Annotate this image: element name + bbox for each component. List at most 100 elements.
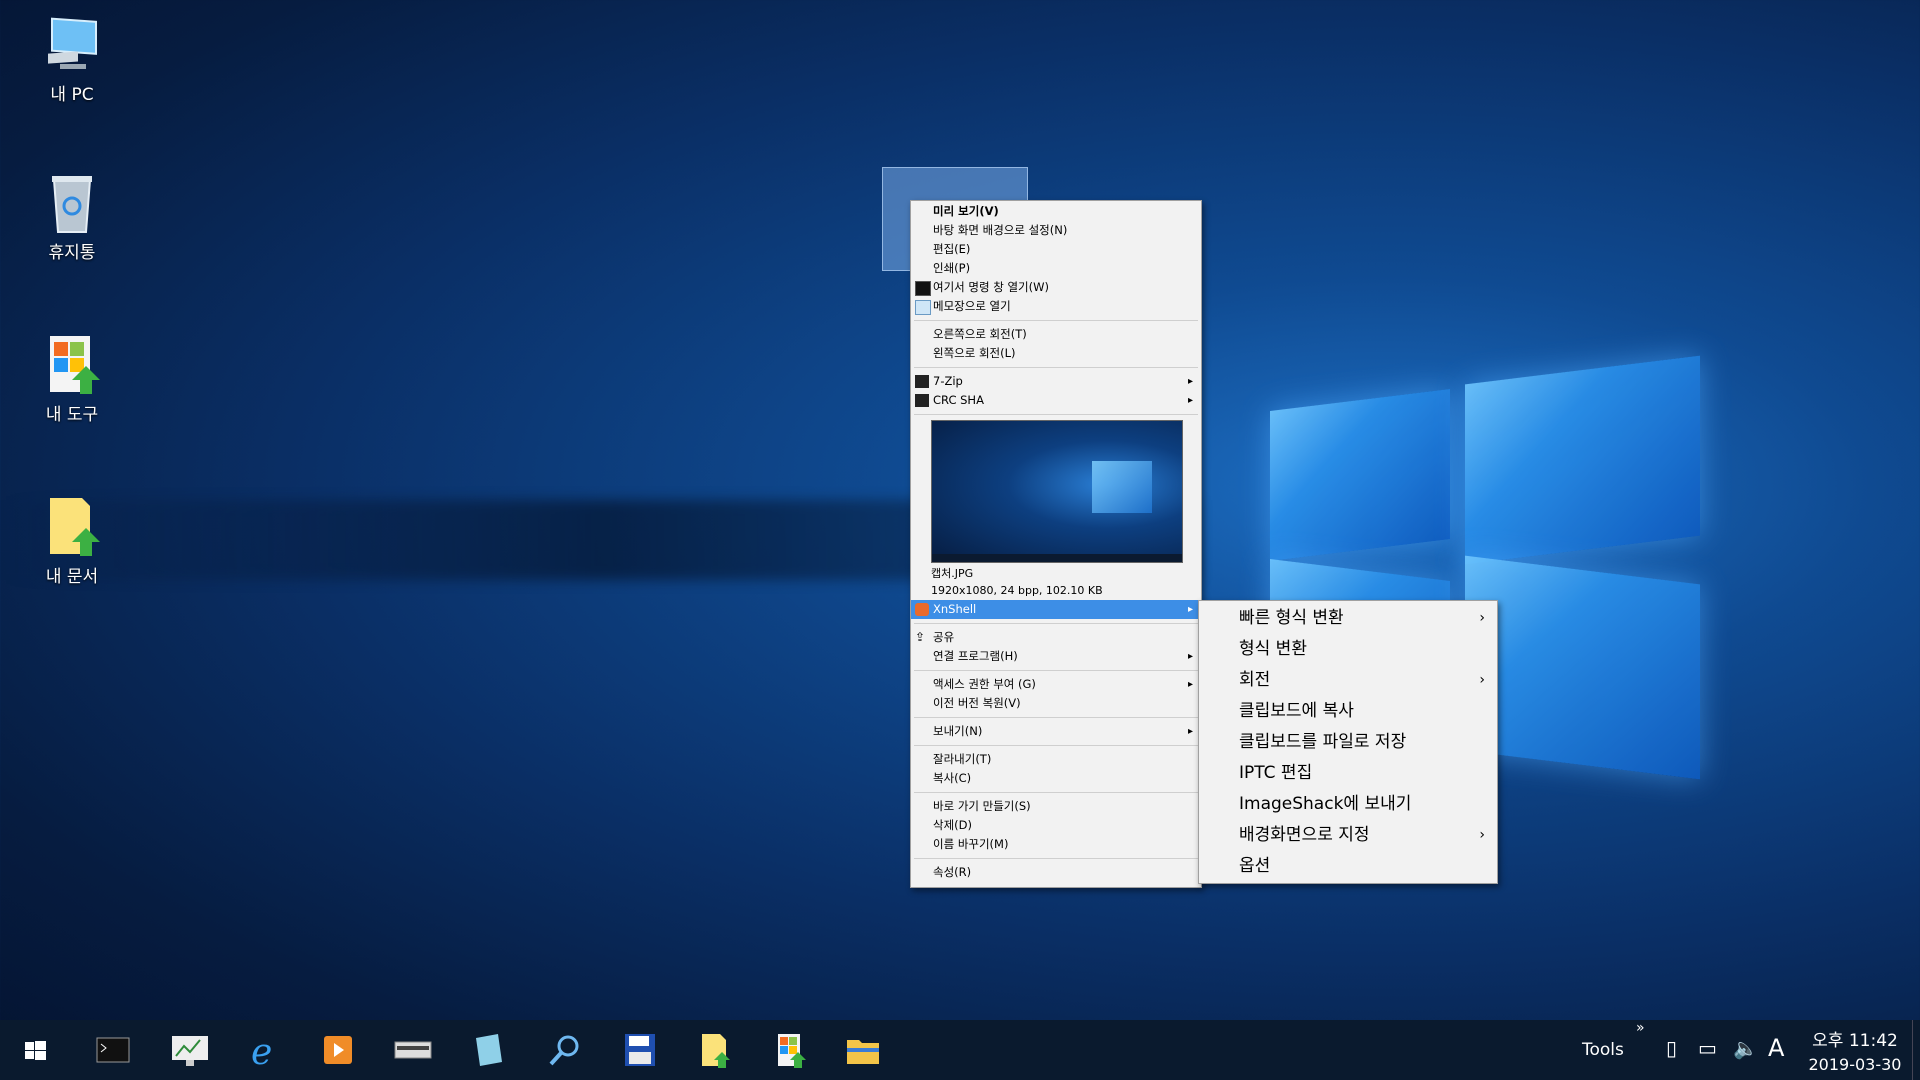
thumbnail-taskbar [932, 554, 1182, 562]
taskbar-network-monitor[interactable] [160, 1026, 220, 1074]
thumbnail-windows-logo [1092, 461, 1152, 513]
desktop-icon-my-documents[interactable]: 내 문서 [22, 494, 122, 587]
notepad-book-icon [476, 1034, 502, 1066]
ime-indicator[interactable]: A [1768, 1034, 1784, 1062]
floppy-save-icon [625, 1034, 655, 1066]
cmd-icon [96, 1037, 130, 1063]
menu-item-crc-sha[interactable]: CRC SHA ▸ [911, 391, 1201, 410]
taskbar-search-tool[interactable] [535, 1026, 595, 1074]
menu-item-delete[interactable]: 삭제(D) [911, 816, 1201, 835]
battery-icon[interactable]: ▭ [1698, 1036, 1717, 1060]
show-desktop-button[interactable] [1912, 1020, 1920, 1080]
context-menu: 미리 보기(V) 바탕 화면 배경으로 설정(N) 편집(E) 인쇄(P) 여기… [910, 200, 1202, 888]
chevron-right-icon: › [1479, 827, 1485, 843]
submenu-item-rotate[interactable]: 회전 › [1199, 665, 1497, 696]
taskbar-internet-explorer[interactable]: e [235, 1026, 295, 1074]
network-monitor-icon [172, 1036, 208, 1066]
desktop-icon-my-pc[interactable]: 내 PC [22, 12, 122, 105]
start-button[interactable] [5, 1026, 65, 1074]
media-player-icon [324, 1036, 352, 1064]
clock[interactable]: 오후 11:42 2019-03-30 [1800, 1026, 1910, 1074]
menu-separator [914, 367, 1198, 368]
desktop-icon-recycle-bin[interactable]: 휴지통 [22, 170, 122, 263]
toolbar-tools-label[interactable]: Tools [1582, 1040, 1624, 1060]
menu-item-set-background[interactable]: 바탕 화면 배경으로 설정(N) [911, 221, 1201, 240]
menu-item-rename[interactable]: 이름 바꾸기(M) [911, 835, 1201, 854]
preview-filename: 캡처.JPG [931, 567, 974, 580]
menu-item-copy[interactable]: 복사(C) [911, 769, 1201, 788]
menu-separator [914, 717, 1198, 718]
desktop-icon-label: 내 도구 [45, 405, 99, 425]
submenu-arrow-icon: ▸ [1187, 679, 1193, 690]
submenu-item-convert[interactable]: 형식 변환 [1199, 634, 1497, 665]
submenu-item-iptc-edit[interactable]: IPTC 편집 [1199, 758, 1497, 789]
taskbar-media-player[interactable] [308, 1026, 368, 1074]
taskbar: e Tools » ▯ ▭ 🔈 A 오후 11:42 2019-03-30 [0, 1020, 1920, 1080]
pc-monitor-icon [42, 12, 102, 76]
tools-shortcut-icon [42, 332, 102, 396]
taskbar-file-explorer[interactable] [833, 1026, 893, 1074]
submenu-item-quick-convert[interactable]: 빠른 형식 변환 › [1199, 603, 1497, 634]
scanner-icon [394, 1041, 432, 1059]
menu-item-send-to[interactable]: 보내기(N) ▸ [911, 722, 1201, 741]
menu-item-cut[interactable]: 잘라내기(T) [911, 750, 1201, 769]
menu-item-edit[interactable]: 편집(E) [911, 240, 1201, 259]
submenu-arrow-icon: ▸ [1187, 376, 1193, 387]
xnshell-icon [915, 603, 929, 616]
submenu-item-set-wallpaper[interactable]: 배경화면으로 지정 › [1199, 820, 1497, 851]
submenu-arrow-icon: ▸ [1187, 726, 1193, 737]
menu-item-rotate-right[interactable]: 오른쪽으로 회전(T) [911, 325, 1201, 344]
desktop-icon-label: 내 문서 [45, 567, 99, 587]
menu-item-7zip[interactable]: 7-Zip ▸ [911, 372, 1201, 391]
desktop-icon-label: 휴지통 [48, 243, 96, 263]
my-tools-icon [778, 1034, 806, 1068]
menu-separator [914, 623, 1198, 624]
menu-separator [914, 858, 1198, 859]
taskbar-cmd[interactable] [83, 1026, 143, 1074]
desktop-icon-label: 내 PC [50, 85, 94, 105]
menu-item-open-with[interactable]: 연결 프로그램(H) ▸ [911, 647, 1201, 666]
7zip-icon [915, 375, 929, 388]
submenu-item-imageshack[interactable]: ImageShack에 보내기 [1199, 789, 1497, 820]
menu-item-print[interactable]: 인쇄(P) [911, 259, 1201, 278]
submenu-arrow-icon: ▸ [1187, 651, 1193, 662]
menu-item-give-access[interactable]: 액세스 권한 부여 (G) ▸ [911, 675, 1201, 694]
menu-separator [914, 670, 1198, 671]
taskbar-save[interactable] [609, 1026, 669, 1074]
menu-separator [914, 414, 1198, 415]
recycle-bin-icon [42, 170, 102, 234]
menu-item-preview[interactable]: 미리 보기(V) [911, 202, 1201, 221]
usb-device-icon[interactable]: ▯ [1666, 1036, 1677, 1060]
taskbar-scanner[interactable] [383, 1026, 443, 1074]
menu-item-rotate-left[interactable]: 왼쪽으로 회전(L) [911, 344, 1201, 363]
volume-icon[interactable]: 🔈 [1733, 1036, 1758, 1060]
7zip-icon [915, 394, 929, 407]
menu-separator [914, 792, 1198, 793]
menu-item-xnshell[interactable]: XnShell ▸ [911, 600, 1201, 619]
menu-item-restore-versions[interactable]: 이전 버전 복원(V) [911, 694, 1201, 713]
clock-date: 2019-03-30 [1808, 1055, 1902, 1074]
notepad-icon [915, 300, 931, 315]
image-preview-thumbnail [931, 420, 1183, 563]
documents-shortcut-icon [42, 494, 102, 558]
menu-separator [914, 745, 1198, 746]
menu-item-create-shortcut[interactable]: 바로 가기 만들기(S) [911, 797, 1201, 816]
desktop-icon-my-tools[interactable]: 내 도구 [22, 332, 122, 425]
submenu-item-copy-clipboard[interactable]: 클립보드에 복사 [1199, 696, 1497, 727]
internet-explorer-icon: e [251, 1032, 272, 1073]
taskbar-notebook[interactable] [458, 1026, 518, 1074]
start-icon [25, 1041, 46, 1060]
menu-item-share[interactable]: ⇪ 공유 [911, 628, 1201, 647]
menu-item-properties[interactable]: 속성(R) [911, 863, 1201, 882]
taskbar-my-tools[interactable] [760, 1026, 820, 1074]
submenu-item-clipboard-to-file[interactable]: 클립보드를 파일로 저장 [1199, 727, 1497, 758]
taskbar-my-documents[interactable] [684, 1026, 744, 1074]
submenu-arrow-icon: ▸ [1187, 395, 1193, 406]
menu-item-open-command-window[interactable]: 여기서 명령 창 열기(W) [911, 278, 1201, 297]
submenu-item-options[interactable]: 옵션 [1199, 851, 1497, 882]
toolbar-chevron-icon[interactable]: » [1636, 1020, 1645, 1036]
svg-text:e: e [251, 1032, 272, 1073]
menu-item-open-notepad[interactable]: 메모장으로 열기 [911, 297, 1201, 316]
menu-separator [914, 320, 1198, 321]
file-explorer-icon [847, 1040, 879, 1064]
